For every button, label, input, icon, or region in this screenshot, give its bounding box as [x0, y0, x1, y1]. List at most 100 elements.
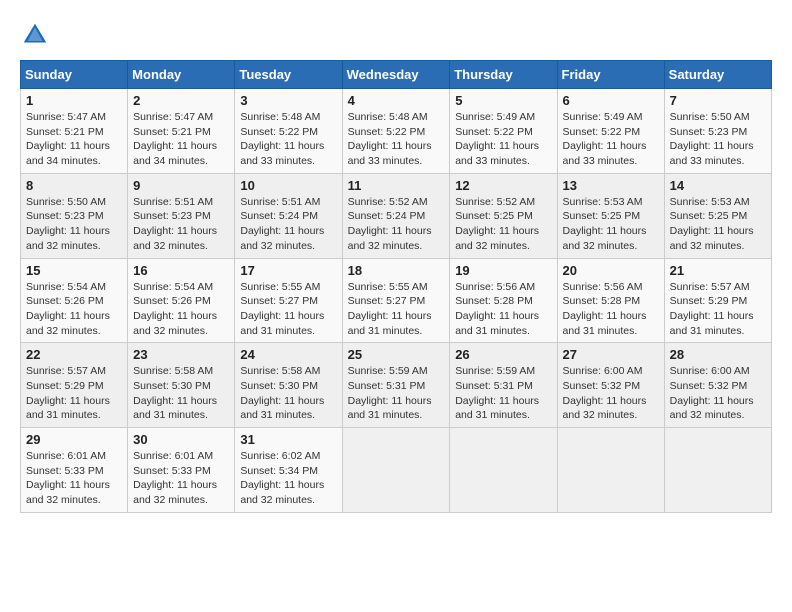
day-info: Sunrise: 5:52 AMSunset: 5:25 PMDaylight:… — [455, 195, 551, 254]
calendar-cell: 14Sunrise: 5:53 AMSunset: 5:25 PMDayligh… — [664, 173, 771, 258]
header-day-saturday: Saturday — [664, 61, 771, 89]
day-info: Sunrise: 5:57 AMSunset: 5:29 PMDaylight:… — [26, 364, 122, 423]
day-info: Sunrise: 5:48 AMSunset: 5:22 PMDaylight:… — [348, 110, 445, 169]
day-number: 23 — [133, 347, 229, 362]
calendar-week-2: 8 Sunrise: 5:50 AMSunset: 5:23 PMDaylight… — [21, 173, 772, 258]
day-info: Sunrise: 5:52 AMSunset: 5:24 PMDaylight:… — [348, 195, 445, 254]
calendar-cell: 21 Sunrise: 5:57 AMSunset: 5:29 PMDayligh… — [664, 258, 771, 343]
calendar-cell: 30 Sunrise: 6:01 AMSunset: 5:33 PMDayligh… — [128, 428, 235, 513]
day-number: 20 — [563, 263, 659, 278]
calendar-week-5: 29 Sunrise: 6:01 AMSunset: 5:33 PMDayligh… — [21, 428, 772, 513]
day-number: 17 — [240, 263, 336, 278]
day-info: Sunrise: 6:00 AMSunset: 5:32 PMDaylight:… — [563, 364, 659, 423]
day-info: Sunrise: 5:53 AMSunset: 5:25 PMDaylight:… — [670, 195, 766, 254]
day-number: 18 — [348, 263, 445, 278]
day-number: 3 — [240, 93, 336, 108]
day-number: 25 — [348, 347, 445, 362]
day-info: Sunrise: 5:55 AMSunset: 5:27 PMDaylight:… — [240, 280, 336, 339]
day-info: Sunrise: 5:51 AMSunset: 5:24 PMDaylight:… — [240, 195, 336, 254]
header-day-thursday: Thursday — [450, 61, 557, 89]
calendar-cell: 5 Sunrise: 5:49 AMSunset: 5:22 PMDaylight… — [450, 89, 557, 174]
day-number: 4 — [348, 93, 445, 108]
day-number: 10 — [240, 178, 336, 193]
calendar-cell: 1 Sunrise: 5:47 AMSunset: 5:21 PMDaylight… — [21, 89, 128, 174]
day-number: 7 — [670, 93, 766, 108]
calendar-cell: 17 Sunrise: 5:55 AMSunset: 5:27 PMDayligh… — [235, 258, 342, 343]
day-number: 2 — [133, 93, 229, 108]
day-number: 12 — [455, 178, 551, 193]
day-info: Sunrise: 5:54 AMSunset: 5:26 PMDaylight:… — [26, 280, 122, 339]
day-info: Sunrise: 6:00 AMSunset: 5:32 PMDaylight:… — [670, 364, 766, 423]
day-info: Sunrise: 5:59 AMSunset: 5:31 PMDaylight:… — [348, 364, 445, 423]
day-info: Sunrise: 5:49 AMSunset: 5:22 PMDaylight:… — [455, 110, 551, 169]
calendar-cell: 6Sunrise: 5:49 AMSunset: 5:22 PMDaylight… — [557, 89, 664, 174]
calendar-cell: 10 Sunrise: 5:51 AMSunset: 5:24 PMDayligh… — [235, 173, 342, 258]
calendar-cell: 18 Sunrise: 5:55 AMSunset: 5:27 PMDayligh… — [342, 258, 450, 343]
calendar-cell — [342, 428, 450, 513]
header-day-monday: Monday — [128, 61, 235, 89]
calendar-cell — [664, 428, 771, 513]
day-number: 29 — [26, 432, 122, 447]
day-number: 13 — [563, 178, 659, 193]
day-number: 11 — [348, 178, 445, 193]
day-number: 24 — [240, 347, 336, 362]
day-info: Sunrise: 5:49 AMSunset: 5:22 PMDaylight:… — [563, 110, 659, 169]
day-number: 27 — [563, 347, 659, 362]
header-row: SundayMondayTuesdayWednesdayThursdayFrid… — [21, 61, 772, 89]
calendar-cell: 28Sunrise: 6:00 AMSunset: 5:32 PMDayligh… — [664, 343, 771, 428]
day-number: 1 — [26, 93, 122, 108]
logo-icon — [20, 20, 50, 50]
calendar-cell: 3Sunrise: 5:48 AMSunset: 5:22 PMDaylight… — [235, 89, 342, 174]
day-number: 15 — [26, 263, 122, 278]
calendar-cell: 27 Sunrise: 6:00 AMSunset: 5:32 PMDayligh… — [557, 343, 664, 428]
day-info: Sunrise: 5:56 AMSunset: 5:28 PMDaylight:… — [563, 280, 659, 339]
calendar-cell: 9 Sunrise: 5:51 AMSunset: 5:23 PMDaylight… — [128, 173, 235, 258]
day-number: 16 — [133, 263, 229, 278]
calendar-week-3: 15 Sunrise: 5:54 AMSunset: 5:26 PMDayligh… — [21, 258, 772, 343]
logo — [20, 20, 54, 50]
day-info: Sunrise: 5:54 AMSunset: 5:26 PMDaylight:… — [133, 280, 229, 339]
day-info: Sunrise: 5:55 AMSunset: 5:27 PMDaylight:… — [348, 280, 445, 339]
calendar-cell: 8 Sunrise: 5:50 AMSunset: 5:23 PMDaylight… — [21, 173, 128, 258]
header-day-friday: Friday — [557, 61, 664, 89]
day-info: Sunrise: 5:57 AMSunset: 5:29 PMDaylight:… — [670, 280, 766, 339]
header-day-wednesday: Wednesday — [342, 61, 450, 89]
calendar-cell: 12 Sunrise: 5:52 AMSunset: 5:25 PMDayligh… — [450, 173, 557, 258]
calendar-week-1: 1 Sunrise: 5:47 AMSunset: 5:21 PMDaylight… — [21, 89, 772, 174]
day-info: Sunrise: 5:47 AMSunset: 5:21 PMDaylight:… — [26, 110, 122, 169]
calendar-cell: 11 Sunrise: 5:52 AMSunset: 5:24 PMDayligh… — [342, 173, 450, 258]
calendar-table: SundayMondayTuesdayWednesdayThursdayFrid… — [20, 60, 772, 513]
day-info: Sunrise: 5:56 AMSunset: 5:28 PMDaylight:… — [455, 280, 551, 339]
day-info: Sunrise: 6:02 AMSunset: 5:34 PMDaylight:… — [240, 449, 336, 508]
day-number: 30 — [133, 432, 229, 447]
calendar-cell: 31 Sunrise: 6:02 AMSunset: 5:34 PMDayligh… — [235, 428, 342, 513]
day-number: 8 — [26, 178, 122, 193]
day-info: Sunrise: 5:58 AMSunset: 5:30 PMDaylight:… — [133, 364, 229, 423]
calendar-cell: 15 Sunrise: 5:54 AMSunset: 5:26 PMDayligh… — [21, 258, 128, 343]
day-info: Sunrise: 6:01 AMSunset: 5:33 PMDaylight:… — [133, 449, 229, 508]
day-number: 21 — [670, 263, 766, 278]
day-number: 9 — [133, 178, 229, 193]
day-info: Sunrise: 5:47 AMSunset: 5:21 PMDaylight:… — [133, 110, 229, 169]
calendar-cell: 22 Sunrise: 5:57 AMSunset: 5:29 PMDayligh… — [21, 343, 128, 428]
calendar-cell: 2 Sunrise: 5:47 AMSunset: 5:21 PMDaylight… — [128, 89, 235, 174]
day-info: Sunrise: 5:59 AMSunset: 5:31 PMDaylight:… — [455, 364, 551, 423]
calendar-cell — [557, 428, 664, 513]
day-info: Sunrise: 5:58 AMSunset: 5:30 PMDaylight:… — [240, 364, 336, 423]
calendar-cell — [450, 428, 557, 513]
day-number: 31 — [240, 432, 336, 447]
calendar-header: SundayMondayTuesdayWednesdayThursdayFrid… — [21, 61, 772, 89]
day-number: 5 — [455, 93, 551, 108]
day-info: Sunrise: 5:53 AMSunset: 5:25 PMDaylight:… — [563, 195, 659, 254]
day-number: 22 — [26, 347, 122, 362]
calendar-cell: 7 Sunrise: 5:50 AMSunset: 5:23 PMDaylight… — [664, 89, 771, 174]
calendar-cell: 23 Sunrise: 5:58 AMSunset: 5:30 PMDayligh… — [128, 343, 235, 428]
calendar-cell: 24 Sunrise: 5:58 AMSunset: 5:30 PMDayligh… — [235, 343, 342, 428]
day-info: Sunrise: 5:50 AMSunset: 5:23 PMDaylight:… — [670, 110, 766, 169]
day-info: Sunrise: 6:01 AMSunset: 5:33 PMDaylight:… — [26, 449, 122, 508]
day-info: Sunrise: 5:50 AMSunset: 5:23 PMDaylight:… — [26, 195, 122, 254]
calendar-cell: 20 Sunrise: 5:56 AMSunset: 5:28 PMDayligh… — [557, 258, 664, 343]
calendar-week-4: 22 Sunrise: 5:57 AMSunset: 5:29 PMDayligh… — [21, 343, 772, 428]
day-info: Sunrise: 5:51 AMSunset: 5:23 PMDaylight:… — [133, 195, 229, 254]
calendar-cell: 29 Sunrise: 6:01 AMSunset: 5:33 PMDayligh… — [21, 428, 128, 513]
